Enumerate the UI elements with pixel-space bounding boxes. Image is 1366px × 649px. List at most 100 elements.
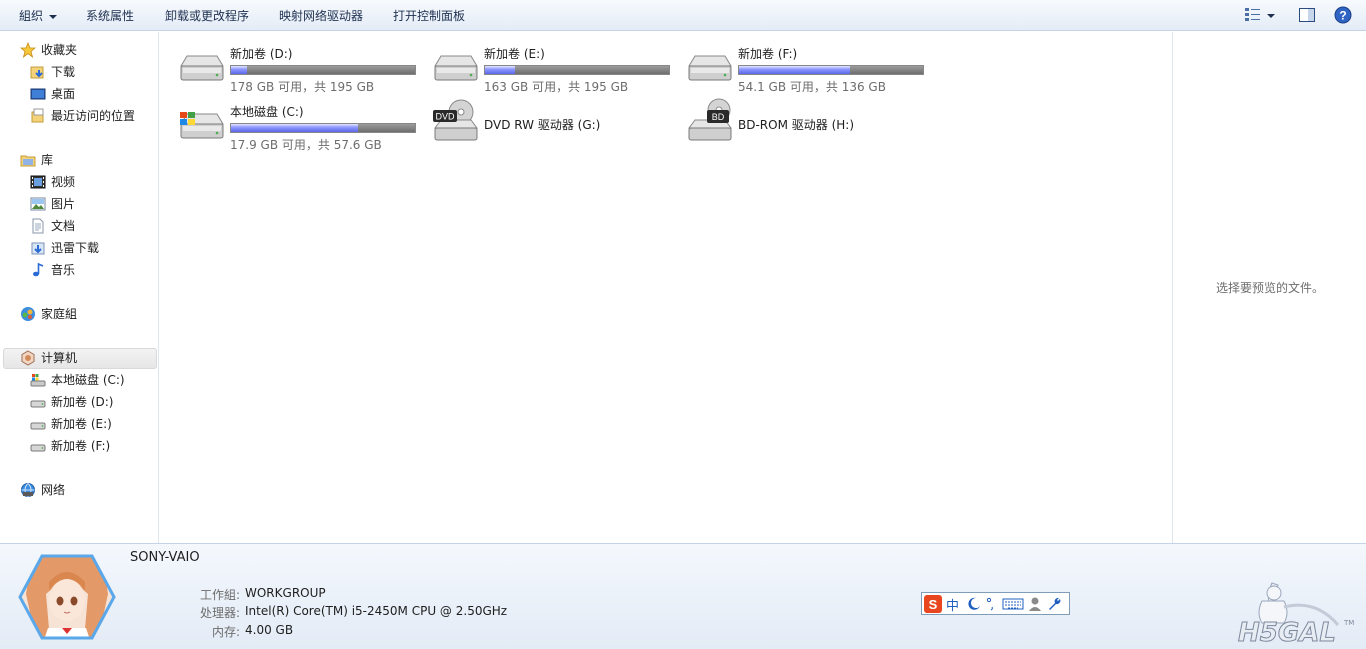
downloads-folder-icon xyxy=(30,66,44,79)
homegroup-icon xyxy=(21,307,35,321)
view-chevron-down-icon[interactable] xyxy=(1266,6,1276,24)
chevron-down-icon xyxy=(49,14,58,19)
preview-pane-icon[interactable] xyxy=(1298,6,1316,24)
capacity-bar-fill xyxy=(231,124,358,132)
sogou-logo-icon[interactable]: S xyxy=(924,595,942,613)
drive-tile-h[interactable]: BD BD-ROM 驱动器 (H:) xyxy=(685,96,935,151)
watermark-logo: H5GAL TM xyxy=(1238,582,1354,649)
ime-toolbar: S 中 xyxy=(921,592,1070,615)
wrench-settings-icon[interactable] xyxy=(1046,596,1062,612)
drive-free-space: 163 GB 可用，共 195 GB xyxy=(484,80,629,94)
nav-drive-f-label: 新加卷 (F:) xyxy=(51,439,111,453)
nav-music-label: 音乐 xyxy=(51,263,76,277)
hard-drive-icon xyxy=(434,55,478,81)
svg-text:?: ? xyxy=(1339,9,1346,23)
system-properties-button[interactable]: 系统属性 xyxy=(86,7,134,24)
drive-tile-d[interactable]: 新加卷 (D:) 178 GB 可用，共 195 GB xyxy=(177,38,427,94)
recent-places-icon xyxy=(31,108,44,123)
thunder-download-icon xyxy=(31,242,45,255)
open-control-panel-button[interactable]: 打开控制面板 xyxy=(393,7,465,24)
processor-label: 处理器: xyxy=(199,606,240,620)
system-drive-icon xyxy=(30,374,46,387)
capacity-bar xyxy=(230,123,416,133)
nav-pictures-label: 图片 xyxy=(51,197,76,211)
desktop-icon xyxy=(30,88,46,100)
drive-tile-f[interactable]: 新加卷 (F:) 54.1 GB 可用，共 136 GB xyxy=(685,38,935,94)
capacity-bar-fill xyxy=(739,66,850,74)
nav-libraries-label: 库 xyxy=(41,153,54,167)
bd-rom-drive-icon: BD xyxy=(688,98,732,141)
organize-label: 組织 xyxy=(19,9,44,23)
map-network-drive-button[interactable]: 映射网络驱动器 xyxy=(279,7,363,24)
drive-name: DVD RW 驱动器 (G:) xyxy=(484,118,601,132)
music-icon xyxy=(33,262,44,277)
hard-drive-icon xyxy=(30,422,46,430)
computer-avatar-image xyxy=(18,554,116,640)
nav-favorites-label: 收藏夹 xyxy=(41,43,78,57)
svg-text:S: S xyxy=(929,597,938,612)
nav-homegroup-label: 家庭組 xyxy=(41,307,78,321)
star-icon xyxy=(20,42,36,58)
nav-drive-c-label: 本地磁盘 (C:) xyxy=(51,373,125,387)
preview-message: 选择要预览的文件。 xyxy=(1215,281,1324,295)
nav-thunder-label: 迅雷下载 xyxy=(51,241,100,255)
dvd-badge-label: DVD xyxy=(435,112,455,122)
drive-name: 新加卷 (D:) xyxy=(230,47,293,61)
nav-recent-label: 最近访问的位置 xyxy=(51,109,136,123)
drive-name: 本地磁盘 (C:) xyxy=(230,105,304,119)
capacity-bar xyxy=(230,65,416,75)
drive-name: 新加卷 (F:) xyxy=(738,47,798,61)
system-drive-icon xyxy=(180,112,224,139)
computer-avatar-icon xyxy=(21,350,35,366)
hard-drive-icon xyxy=(688,55,732,81)
drive-name: BD-ROM 驱动器 (H:) xyxy=(738,118,854,132)
computer-name: SONY-VAIO xyxy=(130,550,200,565)
capacity-bar xyxy=(738,65,924,75)
workgroup-label: 工作組: xyxy=(199,588,240,602)
preview-pane: 选择要预览的文件。 xyxy=(1172,32,1366,543)
uninstall-button[interactable]: 卸载或更改程序 xyxy=(165,7,249,24)
dvd-drive-icon: DVD xyxy=(433,99,478,141)
capacity-bar-fill xyxy=(231,66,247,74)
documents-icon xyxy=(32,218,44,234)
memory-value: 4.00 GB xyxy=(245,623,294,637)
navigation-pane: 收藏夹 下载 桌面 最近访问的位置 库 视频 图片 文档 迅雷下载 音乐 家庭組 xyxy=(0,32,159,543)
command-bar: 組织 系统属性 卸载或更改程序 映射网络驱动器 打开控制面板 ? xyxy=(0,0,1366,31)
bd-badge-label: BD xyxy=(712,112,725,122)
pictures-icon xyxy=(30,197,46,211)
user-account-icon[interactable] xyxy=(1028,596,1042,612)
workgroup-value: WORKGROUP xyxy=(245,586,326,600)
soft-keyboard-icon[interactable] xyxy=(1002,597,1024,611)
network-icon xyxy=(21,483,35,497)
drive-tile-g[interactable]: DVD DVD RW 驱动器 (G:) xyxy=(431,96,681,151)
nav-downloads-label: 下载 xyxy=(51,65,76,79)
nav-computer-label: 计算机 xyxy=(41,351,78,365)
svg-text:H5GAL: H5GAL xyxy=(1238,618,1336,648)
view-options-icon[interactable] xyxy=(1244,6,1262,24)
memory-label: 内存: xyxy=(211,625,240,639)
nav-documents-label: 文档 xyxy=(51,219,76,233)
half-width-moon-icon[interactable] xyxy=(967,597,981,611)
punctuation-icon[interactable] xyxy=(986,597,998,611)
hard-drive-icon xyxy=(30,444,46,452)
drive-free-space: 17.9 GB 可用，共 57.6 GB xyxy=(230,138,382,152)
drive-tile-e[interactable]: 新加卷 (E:) 163 GB 可用，共 195 GB xyxy=(431,38,681,94)
drives-view: 新加卷 (D:) 178 GB 可用，共 195 GB 新加卷 (E:) 163… xyxy=(160,32,1172,543)
ime-chinese-mode-toggle[interactable]: 中 xyxy=(946,595,959,614)
processor-value: Intel(R) Core(TM) i5-2450M CPU @ 2.50GHz xyxy=(245,604,508,618)
nav-videos-label: 视频 xyxy=(51,175,76,189)
hard-drive-icon xyxy=(180,55,224,81)
libraries-icon xyxy=(20,155,36,167)
video-icon xyxy=(30,175,46,189)
hard-drive-icon xyxy=(30,400,46,408)
organize-button[interactable]: 組织 xyxy=(19,7,58,24)
drive-free-space: 178 GB 可用，共 195 GB xyxy=(230,80,375,94)
drive-name: 新加卷 (E:) xyxy=(484,47,545,61)
details-pane: SONY-VAIO 工作組: WORKGROUP 处理器: Intel(R) C… xyxy=(0,543,1366,649)
drive-tile-c[interactable]: 本地磁盘 (C:) 17.9 GB 可用，共 57.6 GB xyxy=(177,96,427,152)
capacity-bar-fill xyxy=(485,66,516,74)
help-icon[interactable]: ? xyxy=(1334,6,1352,24)
drive-free-space: 54.1 GB 可用，共 136 GB xyxy=(738,80,886,94)
nav-desktop-label: 桌面 xyxy=(51,87,76,101)
capacity-bar xyxy=(484,65,670,75)
